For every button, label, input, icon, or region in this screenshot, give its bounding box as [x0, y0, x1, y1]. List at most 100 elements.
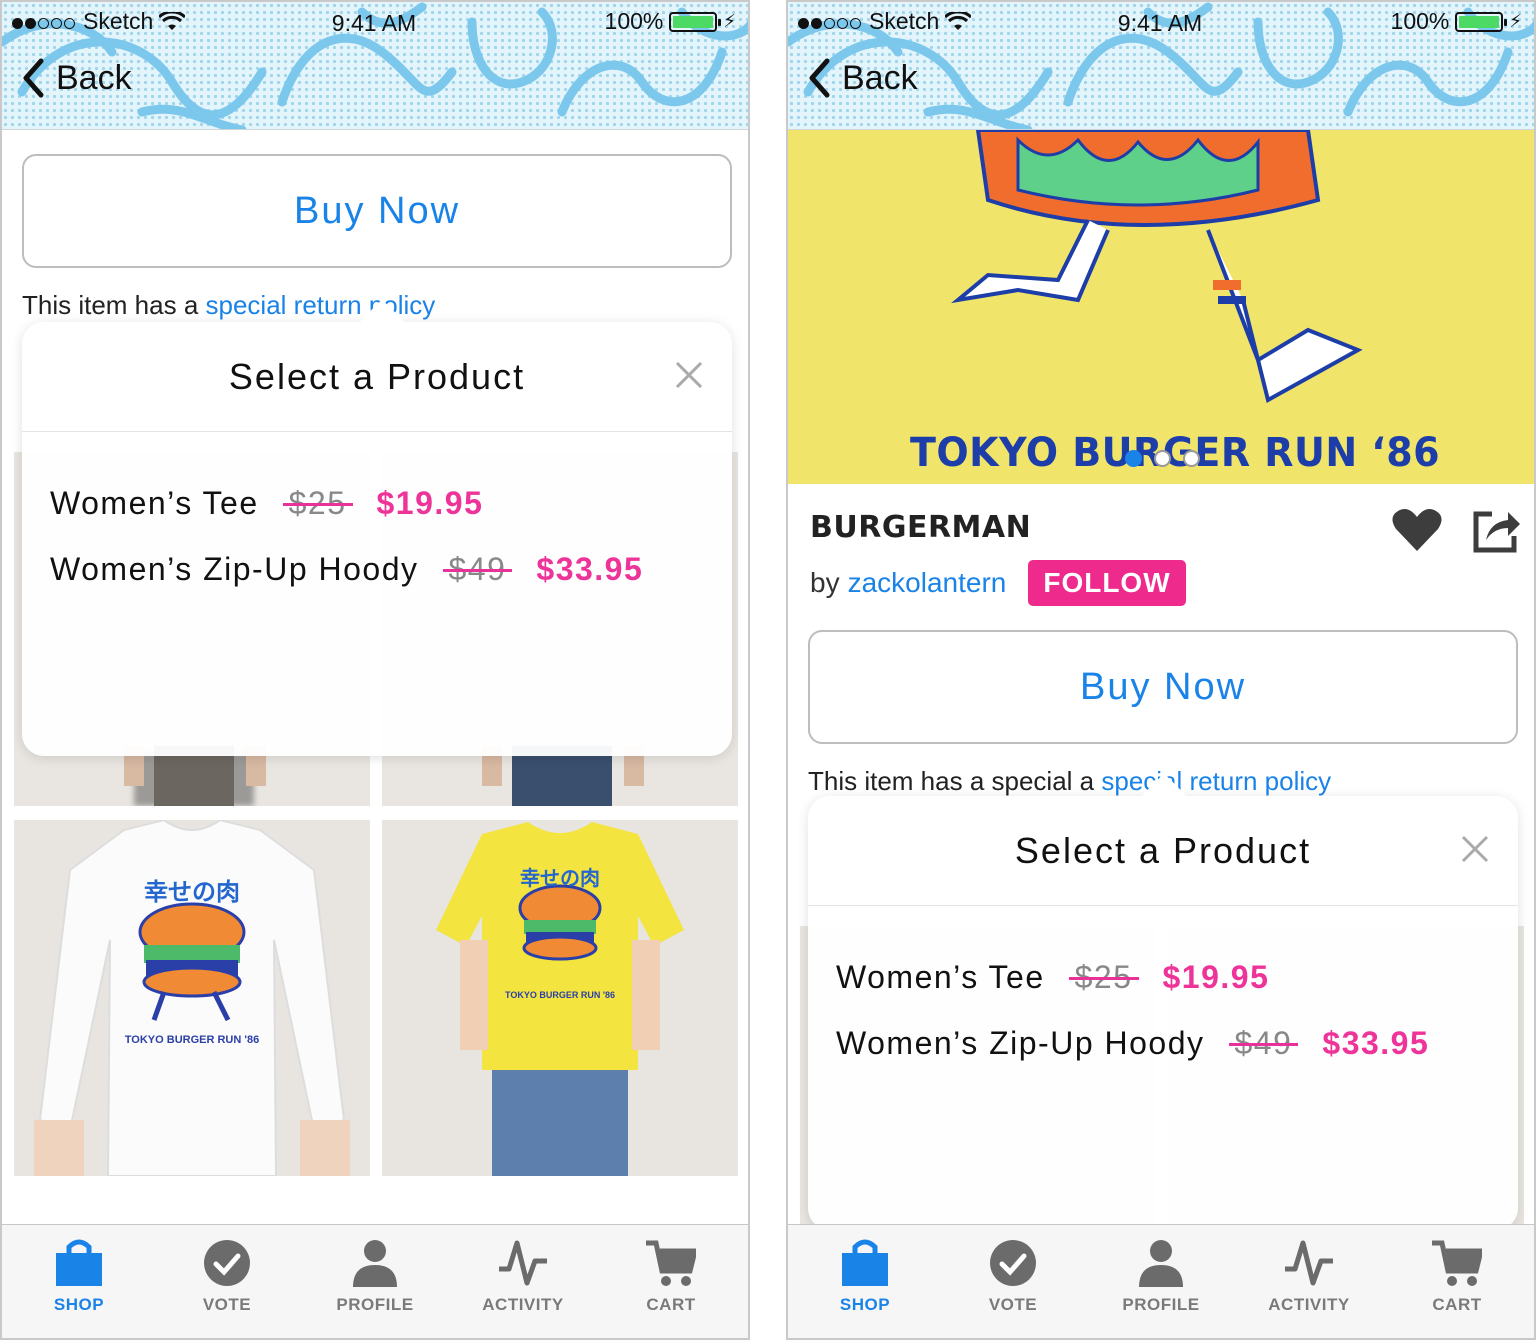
popover-title: Select a Product: [1014, 829, 1312, 871]
print-title: 幸せの肉: [144, 878, 240, 906]
close-icon[interactable]: [674, 360, 704, 390]
battery-icon: [669, 11, 722, 32]
by-label: by: [810, 567, 840, 598]
sale-price: $19.95: [1162, 958, 1270, 995]
tab-vote[interactable]: VOTE: [948, 1225, 1078, 1338]
cart-icon: [646, 1240, 696, 1286]
tab-label: SHOP: [53, 1295, 105, 1314]
status-time: 9:41 AM: [1117, 10, 1203, 36]
heart-icon[interactable]: [1392, 507, 1442, 553]
tab-activity[interactable]: ACTIVITY: [458, 1225, 588, 1338]
phone-screen-left: Sketch 9:41 AM 100% ⚡ Back Buy Now This …: [0, 0, 750, 1340]
wifi-icon: [945, 11, 972, 30]
sale-price: $19.95: [376, 484, 484, 521]
tab-label: CART: [646, 1295, 696, 1314]
return-policy-link[interactable]: special return policy: [206, 290, 436, 320]
policy-prefix: This item has a special a: [808, 766, 1102, 796]
sale-price: $33.95: [1322, 1024, 1430, 1061]
product-option-name: Women’s Zip-Up Hoody: [836, 1024, 1205, 1061]
product-option-row[interactable]: Women’s Tee $25 $19.95: [50, 470, 702, 536]
follow-button[interactable]: FOLLOW: [1028, 560, 1186, 606]
product-option-row[interactable]: Women’s Zip-Up Hoody $49 $33.95: [836, 1010, 1488, 1076]
person-icon: [353, 1240, 397, 1287]
battery-icon: [1455, 11, 1508, 32]
artist-link[interactable]: zackolantern: [848, 567, 1007, 599]
tab-shop[interactable]: SHOP: [14, 1225, 144, 1338]
tab-cart[interactable]: CART: [1392, 1225, 1522, 1338]
product-option-name: Women’s Zip-Up Hoody: [50, 550, 419, 587]
checkmark-circle-icon: [204, 1240, 250, 1286]
tab-label: PROFILE: [336, 1295, 414, 1314]
tab-label: CART: [1432, 1295, 1482, 1314]
product-tile-longsleeve[interactable]: 幸せの肉 TOKYO BURGER RUN '86: [14, 820, 370, 1176]
carrier-name: Sketch: [869, 8, 940, 34]
signal-dots-icon: [12, 8, 77, 35]
page-dot[interactable]: [1154, 450, 1171, 467]
tab-label: ACTIVITY: [1268, 1295, 1350, 1314]
carousel-pagination[interactable]: [1125, 450, 1200, 467]
page-dot[interactable]: [1125, 450, 1142, 467]
sale-price: $33.95: [536, 550, 644, 587]
charging-icon: ⚡: [1509, 11, 1522, 31]
original-price: $25: [1068, 958, 1139, 995]
battery-percent: 100%: [604, 8, 664, 34]
product-tile-kids-tee[interactable]: 幸せの肉 TOKYO BURGER RUN '86: [382, 820, 738, 1176]
tab-vote[interactable]: VOTE: [162, 1225, 292, 1338]
activity-pulse-icon: [499, 1240, 547, 1286]
product-option-name: Women’s Tee: [836, 958, 1045, 995]
share-icon[interactable]: [1472, 506, 1522, 554]
product-option-name: Women’s Tee: [50, 484, 259, 521]
popover-header: Select a Product: [808, 796, 1518, 906]
original-price: $49: [442, 550, 513, 587]
popover-header: Select a Product: [22, 322, 732, 432]
product-hero-carousel[interactable]: TOKYO BURGER RUN ‘86: [788, 130, 1534, 484]
tab-bar: SHOP VOTE PROFILE ACTIVITY CART: [788, 1224, 1534, 1338]
close-icon[interactable]: [1460, 834, 1490, 864]
tab-label: PROFILE: [1122, 1295, 1200, 1314]
tab-label: VOTE: [988, 1295, 1038, 1314]
status-time: 9:41 AM: [331, 10, 417, 36]
back-label: Back: [842, 58, 918, 97]
back-label: Back: [56, 58, 132, 97]
tab-activity[interactable]: ACTIVITY: [1244, 1225, 1374, 1338]
page-dot[interactable]: [1183, 450, 1200, 467]
tab-cart[interactable]: CART: [606, 1225, 736, 1338]
shopping-bag-icon: [842, 1239, 888, 1286]
buy-now-button[interactable]: Buy Now: [808, 630, 1518, 744]
buy-now-button[interactable]: Buy Now: [22, 154, 732, 268]
cart-icon: [1432, 1240, 1482, 1286]
header-banner: Sketch 9:41 AM 100% ⚡ Back: [788, 2, 1534, 130]
back-button[interactable]: Back: [22, 58, 132, 98]
person-icon: [1139, 1240, 1183, 1287]
product-option-row[interactable]: Women’s Tee $25 $19.95: [836, 944, 1488, 1010]
tab-shop[interactable]: SHOP: [800, 1225, 930, 1338]
shopping-bag-icon: [56, 1239, 102, 1286]
product-title: BURGERMAN: [810, 510, 1032, 545]
product-byline: by zackolantern FOLLOW: [810, 560, 1186, 606]
print-caption: TOKYO BURGER RUN '86: [124, 1034, 260, 1046]
print-title: 幸せの肉: [520, 866, 600, 890]
tab-label: ACTIVITY: [482, 1295, 564, 1314]
carrier-name: Sketch: [83, 8, 154, 34]
phone-screen-right: Sketch 9:41 AM 100% ⚡ Back TOKYO BURGER …: [786, 0, 1536, 1340]
chevron-left-icon: [23, 58, 44, 98]
tab-label: VOTE: [202, 1295, 252, 1314]
return-policy-link[interactable]: special return policy: [1101, 766, 1331, 796]
product-actions: [1392, 506, 1522, 554]
tab-label: SHOP: [839, 1295, 891, 1314]
select-product-popover: Select a Product Women’s Tee $25 $19.95 …: [808, 773, 1518, 1230]
product-option-row[interactable]: Women’s Zip-Up Hoody $49 $33.95: [50, 536, 702, 602]
chevron-left-icon: [809, 58, 830, 98]
tab-profile[interactable]: PROFILE: [310, 1225, 440, 1338]
wifi-icon: [159, 11, 186, 30]
battery-percent: 100%: [1390, 8, 1450, 34]
activity-pulse-icon: [1285, 1240, 1333, 1286]
original-price: $49: [1228, 1024, 1299, 1061]
charging-icon: ⚡: [723, 11, 736, 31]
tab-profile[interactable]: PROFILE: [1096, 1225, 1226, 1338]
checkmark-circle-icon: [990, 1240, 1036, 1286]
signal-dots-icon: [798, 8, 863, 35]
policy-prefix: This item has a: [22, 290, 206, 320]
print-caption: TOKYO BURGER RUN '86: [505, 990, 615, 1000]
back-button[interactable]: Back: [808, 58, 918, 98]
